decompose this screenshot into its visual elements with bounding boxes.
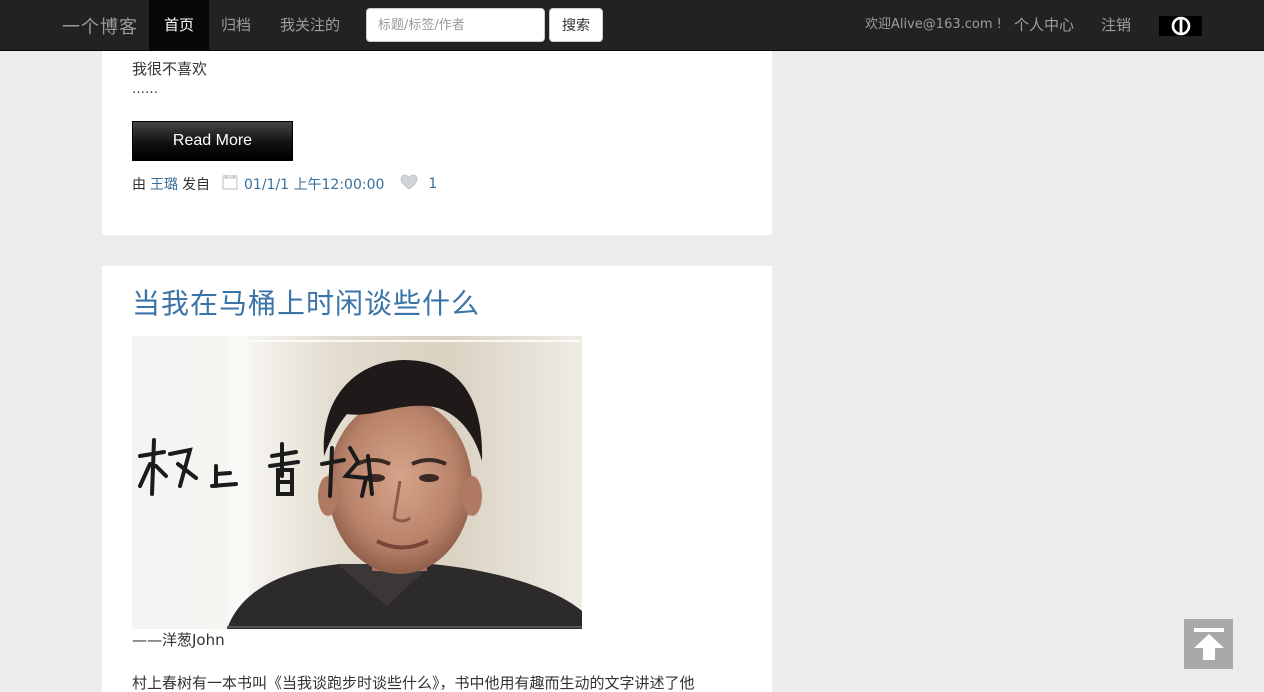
meta-by-prefix: 由 — [132, 177, 146, 193]
post-date-link[interactable]: 01/1/1 上午12:00:00 — [244, 174, 384, 194]
post-title[interactable]: 当我在马桶上时闲谈些什么 — [132, 282, 480, 322]
back-to-top-button[interactable] — [1184, 619, 1233, 669]
calendar-icon — [222, 174, 238, 194]
post-caption: ——洋葱John — [132, 631, 225, 649]
welcome-text: 欢迎Alive@163.com ! — [865, 17, 1002, 32]
site-brand[interactable]: 一个博客 — [62, 13, 138, 39]
meta-by-suffix: 发自 — [182, 177, 210, 193]
post-image — [132, 336, 582, 629]
nav-item-profile[interactable]: 个人中心 — [1014, 0, 1074, 50]
heart-icon[interactable] — [400, 174, 418, 194]
nav-item-home[interactable]: 首页 — [149, 0, 210, 50]
author-link[interactable]: 王璐 — [150, 174, 178, 194]
post-card: 当我在马桶上时闲谈些什么 ——洋葱John 村上春树有一本书叫《当我谈跑步时谈些… — [102, 266, 772, 692]
search-input[interactable] — [366, 8, 545, 42]
search-button[interactable]: 搜索 — [549, 8, 603, 42]
post-excerpt-ellipsis: …… — [132, 82, 158, 97]
nav-item-logout[interactable]: 注销 — [1101, 0, 1131, 50]
post-meta: 由 王璐 发自 01/1/1 上午12:00:00 1 — [132, 174, 437, 194]
circle-logo-icon[interactable] — [1159, 16, 1202, 36]
likes-count[interactable]: 1 — [428, 176, 437, 192]
post-body: 村上春树有一本书叫《当我谈跑步时谈些什么》，书中他用有趣而生动的文字讲述了他 — [132, 674, 695, 692]
top-navbar: 一个博客 首页 归档 我关注的 搜索 欢迎Alive@163.com ! 个人中… — [0, 0, 1264, 51]
nav-item-following[interactable]: 我关注的 — [265, 0, 355, 50]
nav-item-archive[interactable]: 归档 — [206, 0, 266, 50]
read-more-button[interactable]: Read More — [132, 121, 293, 161]
post-excerpt: 我很不喜欢 — [132, 60, 208, 78]
arrow-up-icon — [1193, 628, 1224, 660]
